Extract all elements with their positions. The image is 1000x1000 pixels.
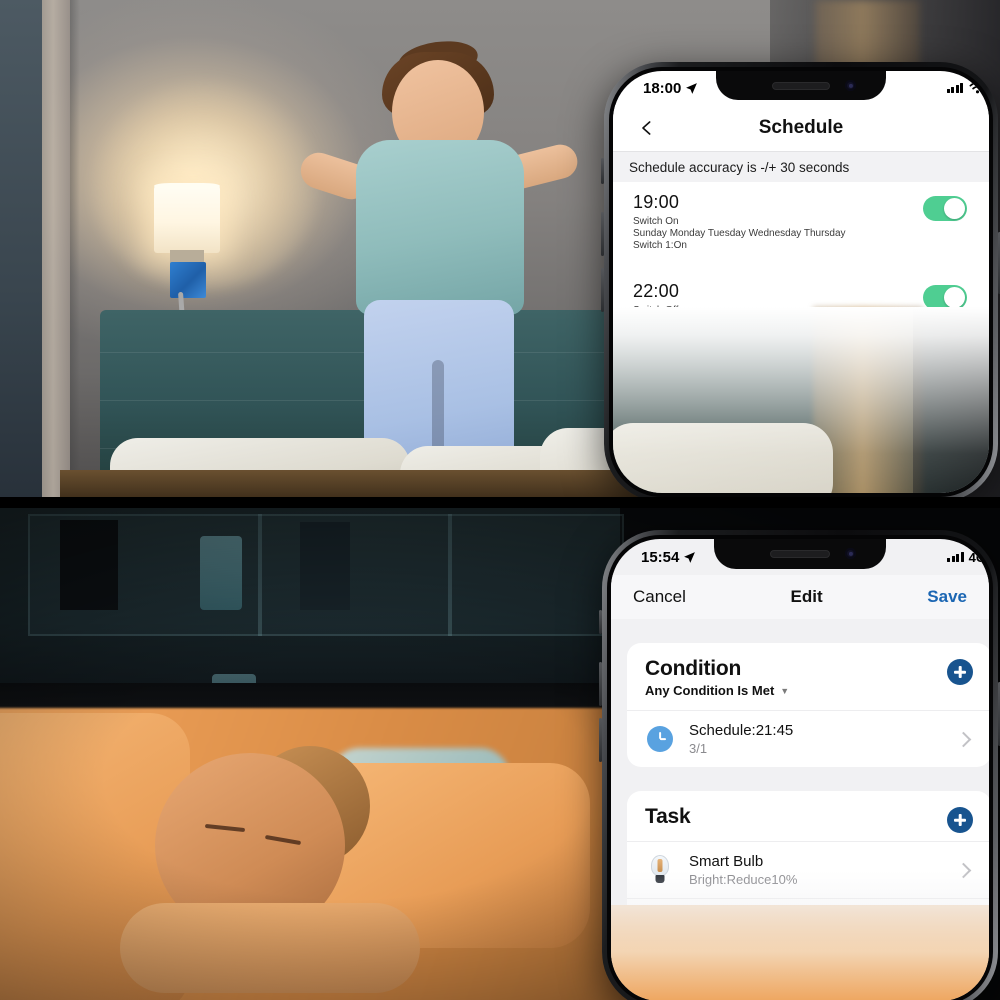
condition-mode-selector[interactable]: Any Condition Is Met ▼ <box>645 683 973 698</box>
schedule-detail: Switch 1:On <box>633 240 687 252</box>
status-bar-time: 18:00 <box>643 79 682 97</box>
earpiece-speaker <box>772 82 830 90</box>
chevron-right-icon <box>955 862 972 878</box>
task-item-title: Smart Bulb <box>689 853 764 870</box>
page-title: Schedule <box>758 117 844 138</box>
bleed-pillow <box>613 423 833 493</box>
status-bar-time-group: 15:54 <box>641 549 696 566</box>
wifi-icon <box>969 81 986 93</box>
mute-switch[interactable] <box>601 158 604 184</box>
lamp-shade-top <box>154 183 220 189</box>
phone-mockup-schedule: 18:00 Schedule Schedule accuracy is -/+ … <box>601 62 1000 497</box>
volume-up-button[interactable] <box>599 662 602 706</box>
cellular-bars-icon <box>947 552 964 562</box>
condition-mode-label: Any Condition Is Met <box>645 683 775 698</box>
cancel-button[interactable]: Cancel <box>633 587 686 607</box>
wall-seam-shadow <box>70 0 80 497</box>
schedule-enable-toggle[interactable] <box>923 284 967 310</box>
status-bar-time-group: 18:00 <box>643 80 698 97</box>
boy-tshirt <box>356 140 524 315</box>
task-header: Task <box>627 791 989 841</box>
schedule-days: Sunday Monday Tuesday Wednesday Thursday <box>633 228 846 240</box>
screen-background-bleed <box>611 905 989 1000</box>
schedule-list-item[interactable]: 19:00 Switch On Sunday Monday Tuesday We… <box>613 182 989 261</box>
condition-item-title: Schedule:21:45 <box>689 722 794 739</box>
phone-notch <box>714 539 886 569</box>
location-arrow-icon <box>684 551 696 563</box>
task-item-subtitle: Bright:Reduce10% <box>689 872 798 887</box>
light-bulb-icon <box>645 855 675 885</box>
shelf-cubby <box>258 514 452 636</box>
condition-card: Condition Any Condition Is Met ▼ Schedul… <box>627 643 989 767</box>
status-bar-indicators <box>946 81 990 95</box>
shelf-picture-frame <box>60 520 118 610</box>
bleed-dark-wall <box>913 307 989 493</box>
chevron-right-icon <box>955 731 972 747</box>
front-camera <box>845 80 856 91</box>
lamp-wall-plate <box>170 262 206 298</box>
lamp-shade <box>154 185 220 253</box>
task-list-item[interactable]: Smart Bulb Bright:Reduce10% <box>627 841 989 898</box>
schedule-nav-bar: Schedule <box>613 105 989 152</box>
screen-background-bleed <box>613 307 989 493</box>
phone-mockup-automation-edit: 15:54 4G Cancel Edit Save Condition Any … <box>599 530 1000 1000</box>
top-panel: 18:00 Schedule Schedule accuracy is -/+ … <box>0 0 1000 497</box>
shelf-vase <box>200 536 242 610</box>
condition-header: Condition Any Condition Is Met ▼ <box>627 643 989 710</box>
front-camera <box>845 548 856 559</box>
chevron-left-icon[interactable] <box>639 120 655 136</box>
wall-seam <box>42 0 70 497</box>
task-title: Task <box>645 805 691 828</box>
condition-item-subtitle: 3/1 <box>689 741 708 756</box>
phone-screen-automation-edit: 15:54 4G Cancel Edit Save Condition Any … <box>611 539 989 1000</box>
phone-notch <box>716 71 886 100</box>
page-title: Edit <box>790 587 823 606</box>
task-item-text: Smart Bulb Bright:Reduce10% <box>689 853 944 887</box>
wall-left-panel <box>0 0 42 497</box>
mute-switch[interactable] <box>599 610 602 634</box>
volume-down-button[interactable] <box>601 268 604 312</box>
condition-title: Condition <box>645 657 742 680</box>
phone-screen-schedule: 18:00 Schedule Schedule accuracy is -/+ … <box>613 71 989 493</box>
add-task-button[interactable] <box>947 807 973 833</box>
status-bar-time: 15:54 <box>641 548 680 566</box>
schedule-enable-toggle[interactable] <box>923 196 967 221</box>
earpiece-speaker <box>770 550 830 558</box>
volume-up-button[interactable] <box>601 212 604 256</box>
shelf-cubby <box>448 514 624 636</box>
condition-list-item[interactable]: Schedule:21:45 3/1 <box>627 710 989 767</box>
schedule-accuracy-notice: Schedule accuracy is -/+ 30 seconds <box>613 152 989 182</box>
clock-icon <box>645 724 675 754</box>
edit-nav-bar: Cancel Edit Save <box>611 575 989 619</box>
volume-down-button[interactable] <box>599 718 602 762</box>
save-button[interactable]: Save <box>927 587 967 607</box>
condition-item-text: Schedule:21:45 3/1 <box>689 722 944 756</box>
shelf-book <box>300 522 350 610</box>
cellular-bars-icon <box>946 83 963 93</box>
location-arrow-icon <box>686 82 698 94</box>
status-bar-indicators: 4G <box>947 550 989 565</box>
add-condition-button[interactable] <box>947 659 973 685</box>
chevron-down-icon: ▼ <box>780 685 790 696</box>
child-arm <box>120 903 420 993</box>
network-type-label: 4G <box>968 549 986 565</box>
screenshot-stage: 18:00 Schedule Schedule accuracy is -/+ … <box>0 0 1000 1000</box>
panel-divider <box>0 497 1000 508</box>
